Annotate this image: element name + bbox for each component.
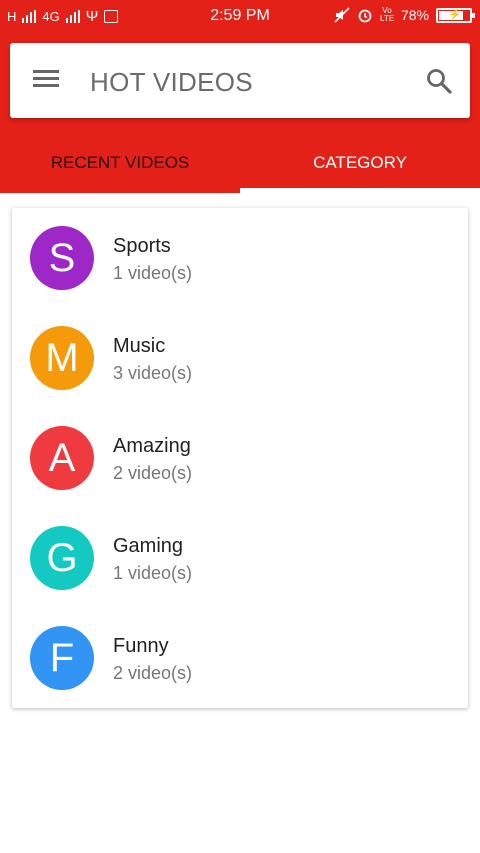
category-name: Gaming xyxy=(113,535,184,557)
tab-category[interactable]: CATEGORY xyxy=(240,133,480,193)
battery-icon: ⚡ xyxy=(436,7,475,23)
charging-bolt-icon: ⚡ xyxy=(448,8,462,21)
category-name: Music xyxy=(113,335,166,357)
category-count: 1 video(s) xyxy=(113,263,193,283)
category-row-gaming[interactable]: G Gaming 1 video(s) xyxy=(12,508,468,608)
app-title: HOT VIDEOS xyxy=(90,67,253,97)
search-bar-card: HOT VIDEOS xyxy=(10,43,470,118)
category-name: Amazing xyxy=(113,435,191,457)
category-avatar: F xyxy=(30,626,94,690)
status-right-group: Vo LTE 78% ⚡ xyxy=(334,6,475,23)
mute-icon xyxy=(334,7,350,23)
tab-bar: RECENT VIDEOS CATEGORY xyxy=(0,133,480,193)
category-avatar: S xyxy=(30,226,94,290)
alarm-icon xyxy=(358,9,372,23)
category-row-sports[interactable]: S Sports 1 video(s) xyxy=(12,208,468,308)
category-count: 3 video(s) xyxy=(113,363,193,383)
category-count: 1 video(s) xyxy=(113,563,193,583)
category-avatar: M xyxy=(30,326,94,390)
category-count: 2 video(s) xyxy=(113,463,193,483)
status-bar: H 4G Ψ 2:59 PM Vo LTE 78% ⚡ xyxy=(0,0,480,33)
category-row-amazing[interactable]: A Amazing 2 video(s) xyxy=(12,408,468,508)
tab-recent-videos[interactable]: RECENT VIDEOS xyxy=(0,133,240,193)
hamburger-menu-icon[interactable] xyxy=(33,68,59,90)
category-name: Sports xyxy=(113,235,171,257)
search-icon[interactable] xyxy=(425,67,453,95)
volte-label: Vo LTE xyxy=(379,6,395,23)
category-row-music[interactable]: M Music 3 video(s) xyxy=(12,308,468,408)
category-list-card: S Sports 1 video(s) M Music 3 video(s) A… xyxy=(12,208,468,708)
battery-percent: 78% xyxy=(400,7,429,23)
category-avatar: A xyxy=(30,426,94,490)
category-name: Funny xyxy=(113,635,169,657)
category-row-funny[interactable]: F Funny 2 video(s) xyxy=(12,608,468,708)
category-avatar: G xyxy=(30,526,94,590)
tab-selected-indicator xyxy=(240,188,480,193)
category-count: 2 video(s) xyxy=(113,663,193,683)
